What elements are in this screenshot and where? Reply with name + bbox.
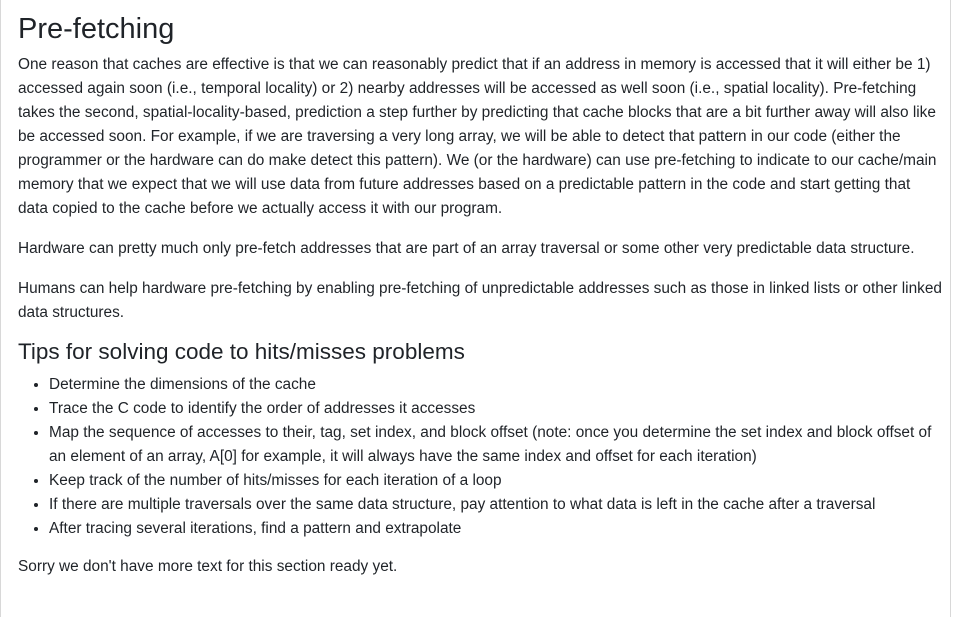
page-title: Pre-fetching	[18, 13, 175, 45]
tips-heading: Tips for solving code to hits/misses pro…	[18, 339, 465, 364]
paragraph-hardware: Hardware can pretty much only pre-fetch …	[18, 240, 915, 257]
list-item: Map the sequence of accesses to their, t…	[49, 421, 943, 469]
list-item: Trace the C code to identify the order o…	[49, 397, 943, 421]
paragraph-humans: Humans can help hardware pre-fetching by…	[18, 280, 942, 321]
list-item: If there are multiple traversals over th…	[49, 493, 943, 517]
footer-note: Sorry we don't have more text for this s…	[18, 558, 398, 575]
tips-list: Determine the dimensions of the cache Tr…	[18, 373, 943, 541]
list-item: After tracing several iterations, find a…	[49, 517, 943, 541]
list-item: Keep track of the number of hits/misses …	[49, 469, 943, 493]
list-item: Determine the dimensions of the cache	[49, 373, 943, 397]
paragraph-intro: One reason that caches are effective is …	[18, 56, 937, 217]
document-content: Pre-fetching One reason that caches are …	[18, 0, 943, 595]
